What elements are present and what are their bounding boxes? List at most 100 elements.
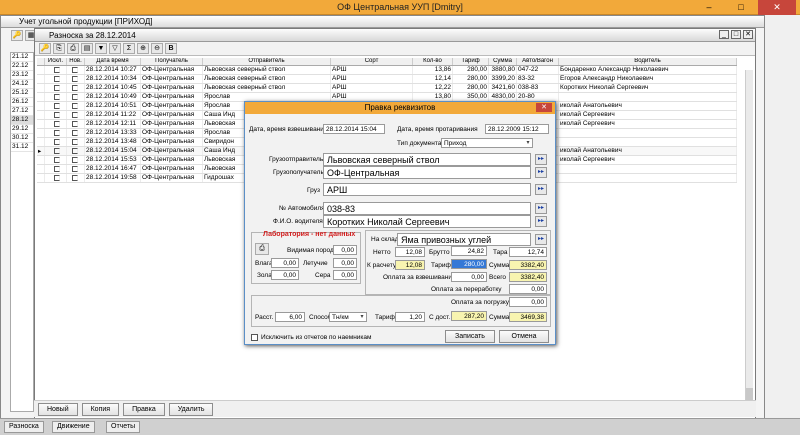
exclude-checkbox[interactable] xyxy=(54,85,60,91)
sender-field[interactable]: Львовская северный ствол xyxy=(323,153,531,166)
cargo-field[interactable]: АРШ xyxy=(323,183,531,196)
header-exclude[interactable]: Искл. xyxy=(45,58,67,65)
new-button[interactable]: Новый xyxy=(38,403,78,416)
new-checkbox[interactable] xyxy=(72,130,78,136)
date-list[interactable]: 21.12 22.12 23.12 24.12 25.12 26.12 27.1… xyxy=(10,52,34,412)
new-checkbox[interactable] xyxy=(72,166,78,172)
tab-entries[interactable]: Разноска xyxy=(4,421,44,433)
new-cell[interactable] xyxy=(67,93,85,101)
new-cell[interactable] xyxy=(67,75,85,83)
exclude-cell[interactable] xyxy=(45,174,67,182)
zoom-out-icon[interactable]: ⊖ xyxy=(151,43,163,54)
tariff2-field[interactable]: 1,20 xyxy=(395,312,425,322)
exclude-cell[interactable] xyxy=(45,93,67,101)
doctype-select[interactable]: Приход xyxy=(441,138,533,148)
header-driver[interactable]: Водитель xyxy=(559,58,737,65)
printer-settings-icon[interactable]: ▤ xyxy=(81,43,93,54)
minimize-button[interactable]: – xyxy=(696,0,722,15)
header-sender[interactable]: Отправитель xyxy=(203,58,331,65)
exclude-cell[interactable] xyxy=(45,120,67,128)
new-cell[interactable] xyxy=(67,138,85,146)
new-checkbox[interactable] xyxy=(72,103,78,109)
new-cell[interactable] xyxy=(67,156,85,164)
exclude-checkbox[interactable] xyxy=(54,166,60,172)
moisture-field[interactable]: 0,00 xyxy=(271,258,299,268)
new-checkbox[interactable] xyxy=(72,67,78,73)
store-field[interactable]: Яма привозных углей xyxy=(397,233,531,246)
copy-icon[interactable]: ⎘ xyxy=(53,43,65,54)
date-item[interactable]: 24.12 xyxy=(11,80,33,89)
new-cell[interactable] xyxy=(67,102,85,110)
sum-field[interactable]: 3382,40 xyxy=(509,260,547,270)
header-tariff[interactable]: Тариф xyxy=(453,58,489,65)
maximize-button[interactable]: □ xyxy=(728,0,754,15)
tariff-field[interactable]: 280,00 xyxy=(451,259,487,269)
new-cell[interactable] xyxy=(67,147,85,155)
new-cell[interactable] xyxy=(67,111,85,119)
delivery-field[interactable]: 287,20 xyxy=(451,311,487,321)
vertical-scrollbar[interactable] xyxy=(745,70,753,410)
exclude-checkbox[interactable] xyxy=(54,157,60,163)
net-field[interactable]: 12,08 xyxy=(395,247,425,257)
key-icon[interactable]: 🔑 xyxy=(11,30,23,41)
tab-reports[interactable]: Отчеты xyxy=(106,421,141,433)
header-qty[interactable]: Кол-во xyxy=(413,58,453,65)
tare-field[interactable]: 12,74 xyxy=(509,247,547,257)
date-item[interactable]: 21.12 xyxy=(11,53,33,62)
exclude-cell[interactable] xyxy=(45,75,67,83)
close-button[interactable]: ✕ xyxy=(758,0,796,15)
delete-button[interactable]: Удалить xyxy=(168,403,214,416)
tab-movement[interactable]: Движение xyxy=(52,421,95,433)
entries-maximize-button[interactable]: □ xyxy=(731,30,741,39)
exclude-cell[interactable] xyxy=(45,156,67,164)
exclude-checkbox[interactable] xyxy=(54,76,60,82)
exclude-cell[interactable] xyxy=(45,138,67,146)
receiver-pick-button[interactable]: ▸▸ xyxy=(535,167,547,178)
header-datetime[interactable]: Дата время xyxy=(85,58,141,65)
total-field[interactable]: 3382,40 xyxy=(509,272,547,282)
sender-pick-button[interactable]: ▸▸ xyxy=(535,154,547,165)
entries-close-button[interactable]: ✕ xyxy=(743,30,753,39)
filter-clear-icon[interactable]: ▽ xyxy=(109,43,121,54)
exclude-cell[interactable] xyxy=(45,66,67,74)
car-number-field[interactable]: 038-83 xyxy=(323,202,531,215)
gross-field[interactable]: 24,82 xyxy=(451,246,487,256)
table-row[interactable]: 28.12.2014 10:34 ОФ-Центральная Львовская … xyxy=(37,75,737,84)
new-checkbox[interactable] xyxy=(72,76,78,82)
save-button[interactable]: Записать xyxy=(445,330,495,343)
header-sum[interactable]: Сумма xyxy=(489,58,517,65)
new-checkbox[interactable] xyxy=(72,157,78,163)
new-cell[interactable] xyxy=(67,66,85,74)
exclude-checkbox[interactable] xyxy=(54,112,60,118)
filter-icon[interactable]: ▼ xyxy=(95,43,107,54)
edit-button[interactable]: Правка xyxy=(123,403,165,416)
weigh-datetime-field[interactable]: 28.12.2014 15:04 xyxy=(323,124,385,134)
exclude-checkbox[interactable] xyxy=(54,148,60,154)
new-checkbox[interactable] xyxy=(72,94,78,100)
exclude-checkbox[interactable] xyxy=(54,139,60,145)
new-checkbox[interactable] xyxy=(72,121,78,127)
new-checkbox[interactable] xyxy=(72,139,78,145)
lab-print-icon[interactable]: ⎙ xyxy=(255,243,269,255)
distance-field[interactable]: 6,00 xyxy=(275,312,305,322)
exclude-checkbox[interactable] xyxy=(54,94,60,100)
ash-field[interactable]: 0,00 xyxy=(271,270,299,280)
date-item[interactable]: 22.12 xyxy=(11,62,33,71)
rock-field[interactable]: 0,00 xyxy=(333,245,357,255)
new-checkbox[interactable] xyxy=(72,85,78,91)
copy-button[interactable]: Копия xyxy=(81,403,120,416)
dialog-close-button[interactable]: ✕ xyxy=(536,103,552,112)
cancel-button[interactable]: Отмена xyxy=(499,330,549,343)
key-icon[interactable]: 🔑 xyxy=(39,43,51,54)
calc-field[interactable]: 12,08 xyxy=(395,260,425,270)
exclude-cell[interactable] xyxy=(45,84,67,92)
exclude-cell[interactable] xyxy=(45,165,67,173)
sulfur-field[interactable]: 0,00 xyxy=(333,270,357,280)
chevron-down-icon[interactable]: ▾ xyxy=(358,313,366,321)
receiver-field[interactable]: ОФ-Центральная xyxy=(323,166,531,179)
exclude-cell[interactable] xyxy=(45,102,67,110)
zoom-in-icon[interactable]: ⊕ xyxy=(137,43,149,54)
car-pick-button[interactable]: ▸▸ xyxy=(535,203,547,214)
chevron-down-icon[interactable]: ▾ xyxy=(524,139,532,147)
header-receiver[interactable]: Получатель xyxy=(141,58,203,65)
